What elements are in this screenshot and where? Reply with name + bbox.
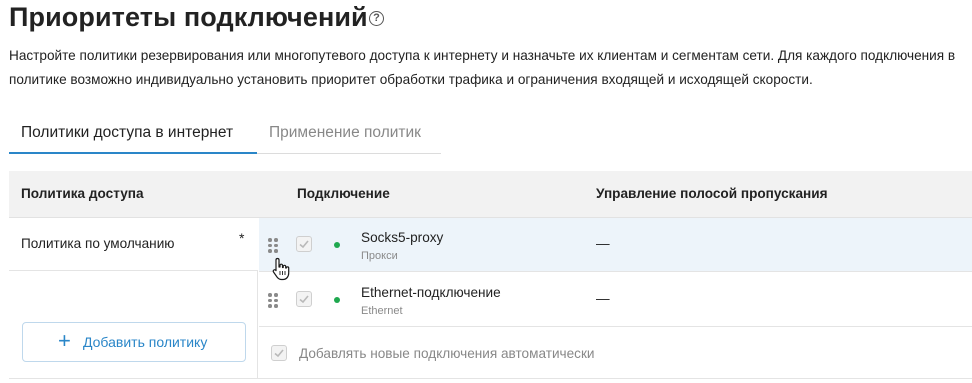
policy-item-default[interactable]: Политика по умолчанию * xyxy=(9,218,258,271)
column-header-policy: Политика доступа xyxy=(21,186,144,201)
page-title: Приоритеты подключений xyxy=(9,2,368,32)
tab-internet-access-policies[interactable]: Политики доступа в интернет xyxy=(9,116,257,154)
default-policy-marker: * xyxy=(239,230,245,246)
tab-policy-application[interactable]: Применение политик xyxy=(257,116,441,154)
table-header: Политика доступа Подключение Управление … xyxy=(9,171,972,218)
question-circle-icon[interactable]: ? xyxy=(369,11,384,26)
drag-handle-icon[interactable] xyxy=(268,238,278,253)
connection-row[interactable]: Ethernet-подключение Ethernet — xyxy=(259,273,972,327)
connection-row[interactable]: Socks5-proxy Прокси — xyxy=(259,218,972,272)
add-policy-button[interactable]: + Добавить политику xyxy=(22,322,246,362)
auto-add-checkbox[interactable] xyxy=(271,345,287,361)
plus-icon: + xyxy=(58,328,71,353)
connection-checkbox[interactable] xyxy=(296,236,312,252)
connection-checkbox[interactable] xyxy=(296,291,312,307)
column-header-connection: Подключение xyxy=(297,186,390,201)
tab-bar: Политики доступа в интернет Применение п… xyxy=(9,116,441,154)
connection-name: Ethernet-подключение xyxy=(361,285,501,300)
policy-name: Политика по умолчанию xyxy=(21,236,175,251)
connection-name: Socks5-proxy xyxy=(361,230,444,245)
status-online-icon xyxy=(334,297,340,303)
connection-type: Ethernet xyxy=(361,305,403,317)
connection-type: Прокси xyxy=(361,250,398,262)
page-description: Настройте политики резервирования или мн… xyxy=(9,48,956,87)
status-online-icon xyxy=(334,242,340,248)
connection-bandwidth: — xyxy=(596,291,610,306)
connection-bandwidth: — xyxy=(596,236,610,251)
auto-add-label: Добавлять новые подключения автоматическ… xyxy=(299,346,595,361)
table-bottom-border xyxy=(9,378,972,379)
add-policy-label: Добавить политику xyxy=(83,334,208,350)
policy-list-panel: Политика по умолчанию * + Добавить полит… xyxy=(9,218,258,378)
drag-handle-icon[interactable] xyxy=(268,293,278,308)
column-header-bandwidth: Управление полосой пропускания xyxy=(596,186,828,201)
